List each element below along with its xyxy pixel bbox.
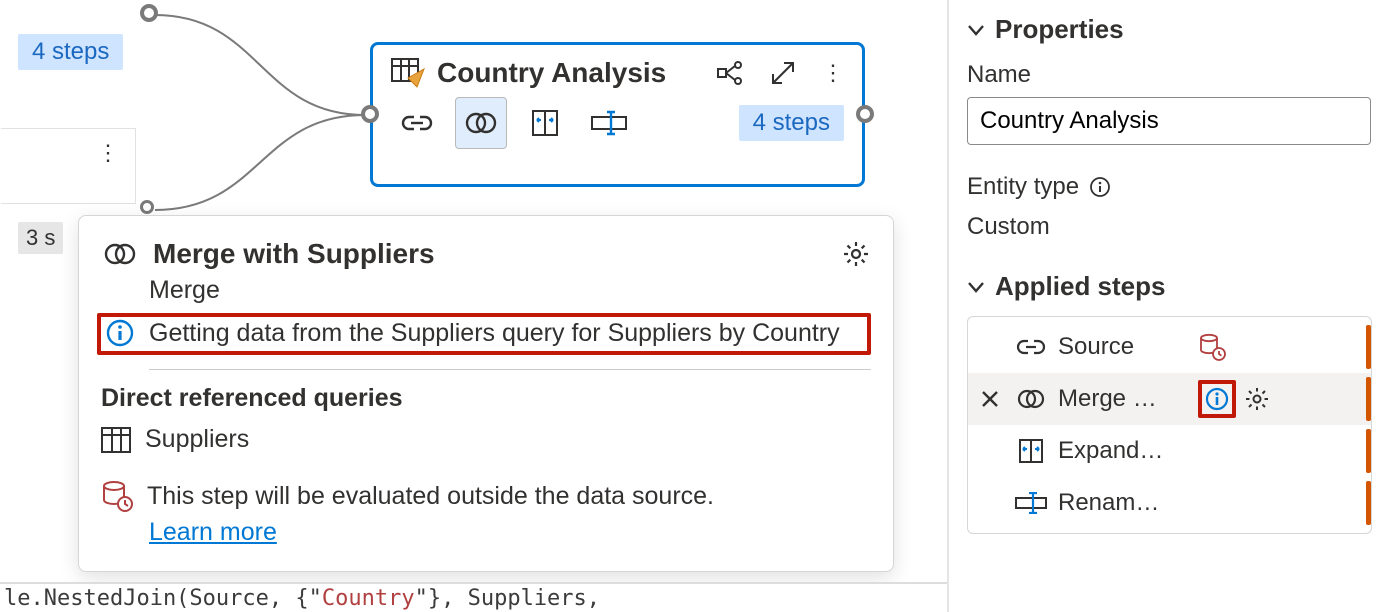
info-icon (105, 318, 135, 348)
name-input[interactable] (967, 97, 1371, 145)
info-icon-highlight[interactable] (1198, 380, 1236, 418)
gear-icon[interactable] (841, 239, 871, 269)
divider (149, 369, 871, 370)
right-pane: Properties Name Entity type Custom Appli… (947, 0, 1395, 612)
step-link-icon[interactable] (391, 97, 443, 149)
node-output-port[interactable] (856, 105, 874, 123)
chevron-down-icon (967, 280, 985, 294)
database-clock-icon (1198, 333, 1226, 361)
gear-icon[interactable] (1244, 386, 1270, 412)
rename-icon (1014, 492, 1048, 514)
database-clock-icon (101, 480, 133, 512)
diagram-canvas[interactable]: 4 steps ⋮ 3 s Country Analysis (0, 0, 947, 612)
expand-arrows-icon[interactable] (770, 60, 796, 86)
expand-columns-icon (1014, 438, 1048, 464)
step-details-popup: Merge with Suppliers Merge Getting data … (78, 215, 894, 572)
applied-steps-list: Source (967, 316, 1372, 534)
steps-badge: 4 steps (18, 34, 123, 70)
popup-subtitle: Merge (149, 276, 871, 305)
port (140, 200, 154, 214)
step-label: Merge … (1058, 385, 1188, 413)
code-keyword: Country (322, 586, 415, 611)
popup-info-highlight: Getting data from the Suppliers query fo… (97, 313, 871, 355)
port (140, 4, 158, 22)
step-row-source[interactable]: Source (968, 321, 1371, 373)
more-vertical-icon[interactable]: ⋮ (822, 69, 844, 78)
status-indicator (1366, 481, 1371, 525)
learn-more-link[interactable]: Learn more (149, 518, 871, 547)
properties-section-header[interactable]: Properties (967, 14, 1377, 45)
step-row-merge[interactable]: Merge … (968, 373, 1371, 425)
info-icon[interactable] (1089, 176, 1111, 198)
code-text: "}, Suppliers, (415, 586, 600, 611)
step-label: Source (1058, 333, 1188, 361)
node-stub[interactable]: ⋮ (0, 128, 136, 204)
step-label: Expand… (1058, 437, 1188, 465)
step-row-rename[interactable]: Renam… (968, 477, 1371, 529)
table-icon (101, 427, 131, 453)
steps-badge-partial: 3 s (18, 222, 63, 254)
step-row-expand[interactable]: Expand… (968, 425, 1371, 477)
chevron-down-icon (967, 23, 985, 37)
merge-circles-icon (101, 241, 139, 267)
ref-query-label: Suppliers (145, 425, 249, 454)
query-node-country-analysis[interactable]: Country Analysis (370, 42, 865, 187)
link-icon (1014, 338, 1048, 356)
name-label: Name (967, 61, 1377, 89)
more-vertical-icon[interactable]: ⋮ (97, 149, 119, 158)
node-title: Country Analysis (437, 57, 716, 89)
evaluation-note: This step will be evaluated outside the … (101, 480, 871, 512)
delete-step-icon[interactable] (976, 389, 1004, 409)
code-text: le.NestedJoin(Source, {" (4, 586, 322, 611)
step-expand-columns-icon[interactable] (519, 97, 571, 149)
formula-bar[interactable]: le.NestedJoin(Source, {"Country"}, Suppl… (0, 582, 947, 612)
merge-circles-icon (1014, 388, 1048, 410)
share-icon[interactable] (716, 61, 744, 85)
step-merge-icon[interactable] (455, 97, 507, 149)
table-icon (391, 58, 425, 88)
entity-type-label: Entity type (967, 173, 1079, 201)
applied-steps-label: Applied steps (995, 271, 1165, 302)
applied-steps-header[interactable]: Applied steps (967, 271, 1377, 302)
popup-info-text: Getting data from the Suppliers query fo… (149, 319, 840, 348)
ref-query-item[interactable]: Suppliers (101, 425, 871, 454)
properties-label: Properties (995, 14, 1124, 45)
node-steps-badge: 4 steps (739, 105, 844, 141)
status-indicator (1366, 377, 1371, 421)
node-input-port[interactable] (361, 105, 379, 123)
step-rename-icon[interactable] (583, 97, 635, 149)
status-indicator (1366, 325, 1371, 369)
entity-type-value: Custom (967, 213, 1377, 241)
popup-title: Merge with Suppliers (153, 238, 827, 270)
step-label: Renam… (1058, 489, 1188, 517)
status-indicator (1366, 429, 1371, 473)
ref-heading: Direct referenced queries (101, 384, 871, 413)
note-text: This step will be evaluated outside the … (147, 482, 714, 511)
